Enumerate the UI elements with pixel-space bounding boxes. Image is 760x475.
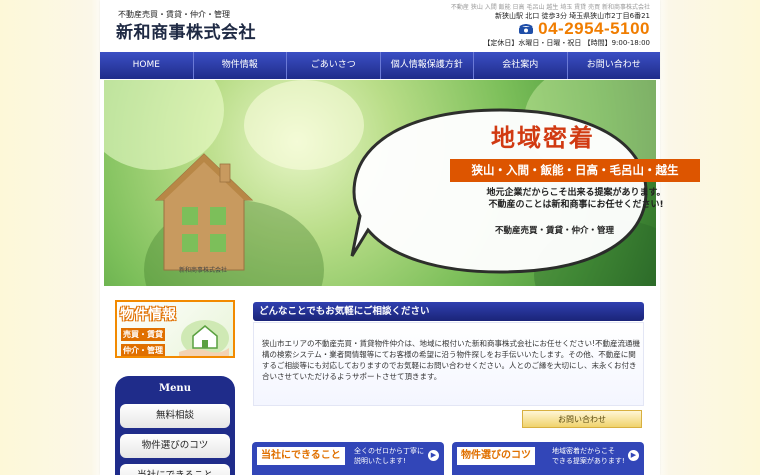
phone-row: 04-2954-5100 [518,19,650,39]
menu-what-we-do[interactable]: 当社にできること [120,464,230,475]
contact-button[interactable]: お問い合わせ [522,410,642,428]
menu-title: Menu [159,383,191,394]
card1-text-1: 全くのゼロから丁寧に [354,447,424,455]
phone-number[interactable]: 04-2954-5100 [538,19,650,39]
property-info-banner[interactable]: 物件情報 売買・賃貸 仲介・管理 [115,300,235,358]
content-body: 狭山市エリアの不動産売買・賃貸物件仲介は、地域に根付いた新和商事株式会社にお任せ… [262,339,641,381]
banner-line-2: 仲介・管理 [121,344,165,356]
site-header: 不動産売買・賃貸・仲介・管理 新和商事株式会社 不動産 狭山 入間 飯能 日高 … [100,0,660,50]
wooden-house-icon [154,153,254,271]
side-menu: Menu 無料相談 物件選びのコツ 当社にできること [115,376,235,475]
banner-line-1: 売買・賃貸 [121,328,165,341]
hand-house-icon [179,320,229,356]
hero-areas: 狭山・入間・飯能・日高・毛呂山・越生 [450,159,700,182]
menu-free-consult[interactable]: 無料相談 [120,404,230,428]
banner-title: 物件情報 [120,307,176,323]
card1-text: 全くのゼロから丁寧に 説明いたします! [354,446,424,466]
company-logo[interactable]: 新和商事株式会社 [116,18,256,43]
main-nav: HOME 物件情報 ごあいさつ 個人情報保護方針 会社案内 お問い合わせ [100,52,660,79]
arrow-icon: ▶ [428,450,439,461]
phone-icon [519,24,534,34]
card-property-tips[interactable]: 物件選びのコツ 地域密着だからこそ できる提案があります! ▶ [452,442,644,475]
house-label: 新和商事株式会社 [179,267,228,274]
hero-title: 地域密着 [491,124,595,152]
hero-services: 不動産売買・賃貸・仲介・管理 [495,226,615,236]
menu-property-tips[interactable]: 物件選びのコツ [120,434,230,458]
card2-text-1: 地域密着だからこそ [552,447,615,455]
hero-line-1: 地元企業だからこそ出来る提案があります。 [486,188,666,198]
business-hours: 【定休日】水曜日・日曜・祝日 【時間】9:00-18:00 [483,39,650,47]
nav-contact[interactable]: お問い合わせ [568,52,661,79]
nav-properties[interactable]: 物件情報 [194,52,287,79]
seo-keywords: 不動産 狭山 入間 飯能 日高 毛呂山 越生 埼玉 賃貸 売買 新和商事株式会社 [450,4,650,11]
hero-line-2: 不動産のことは新和商事にお任せください! [488,200,664,210]
nav-company[interactable]: 会社案内 [474,52,568,79]
card1-tag: 当社にできること [257,447,345,465]
nav-home[interactable]: HOME [100,52,194,79]
card-what-we-do[interactable]: 当社にできること 全くのゼロから丁寧に 説明いたします! ▶ [252,442,444,475]
hero-message: 地元企業だからこそ出来る提案があります。 不動産のことは新和商事にお任せください… [446,187,706,211]
card1-text-2: 説明いたします! [354,457,406,465]
hero-image [104,80,656,286]
page-wrapper: 不動産売買・賃貸・仲介・管理 新和商事株式会社 不動産 狭山 入間 飯能 日高 … [100,0,700,475]
card2-text: 地域密着だからこそ できる提案があります! [552,446,625,466]
arrow-icon: ▶ [628,450,639,461]
content-heading: どんなことでもお気軽にご相談ください [253,302,644,321]
nav-privacy[interactable]: 個人情報保護方針 [381,52,474,79]
card2-text-2: できる提案があります! [552,457,625,465]
nav-greeting[interactable]: ごあいさつ [287,52,381,79]
card2-tag: 物件選びのコツ [457,447,535,465]
